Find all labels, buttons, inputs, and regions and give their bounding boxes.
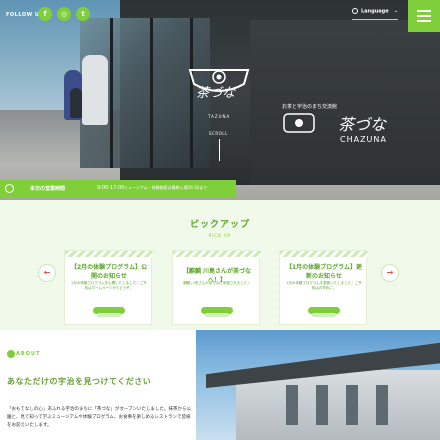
about-section: ABOUT あなただけの宇治を見つけてください 「おもてなしの心」あふれる宇治の… — [0, 330, 440, 440]
hero-section: お茶と宇治のまち交流館 茶づな CHAZUNA 茶づな TAZUNA SCROL… — [0, 0, 440, 200]
logo-subtitle: TAZUNA — [208, 114, 231, 119]
photo-window — [286, 385, 298, 425]
pickup-card[interactable]: 【麒麟 川島さんが茶づなへ！】 麒麟 川島さんが茶づなに来館されました！ — [172, 250, 261, 325]
card-pill-shadow — [97, 313, 121, 317]
card-title: 【2月の体験プログラム】公開のお知らせ — [71, 264, 147, 280]
card-zigzag-border — [280, 251, 368, 257]
hero-mullion — [110, 18, 113, 168]
pickup-card[interactable]: 【1月の体験プログラム】更新のお知らせ 1月の体験プログラムを更新いたしました！… — [279, 250, 368, 325]
menu-icon-bar — [417, 15, 431, 17]
hero-mullion — [150, 18, 153, 168]
pickup-subtitle: PICK UP — [208, 233, 232, 238]
card-pill-shadow — [312, 313, 336, 317]
menu-icon-bar — [417, 20, 431, 22]
menu-icon-bar — [417, 10, 431, 12]
about-body-text: 「おもてなしの心」あふれる宇治のまちに「茶づな」がオープンいたしました。抹茶から… — [7, 407, 192, 428]
scroll-indicator-label[interactable]: SCROLL — [209, 131, 228, 136]
photo-window — [376, 385, 388, 425]
pickup-card[interactable]: 【2月の体験プログラム】公開のお知らせ 2月の体験プログラムを公開いたしました！… — [64, 250, 153, 325]
hamburger-menu-button[interactable] — [408, 0, 440, 32]
instagram-icon[interactable]: ◎ — [57, 7, 71, 21]
card-description: 2月の体験プログラムを公開いたしました！ご予約はホームページからどうぞ。 — [71, 281, 147, 290]
language-label: Language — [361, 8, 389, 15]
carousel-next-button[interactable]: → — [382, 265, 398, 281]
pickup-title: ピックアップ — [189, 220, 250, 230]
svg-text:CHAZUNA: CHAZUNA — [340, 135, 387, 144]
pickup-section: ピックアップ PICK UP ← 【2月の体験プログラム】公開のお知らせ 2月の… — [0, 200, 440, 330]
photo-window — [316, 385, 328, 425]
clock-icon — [5, 184, 14, 193]
card-title: 【1月の体験プログラム】更新のお知らせ — [286, 264, 362, 280]
card-description: 麒麟 川島さんが茶づなに来館されました！ — [183, 281, 251, 285]
chevron-down-icon: ⌄ — [393, 8, 398, 14]
card-description: 1月の体験プログラムを更新いたしました！ご予約はお早めに。 — [286, 281, 362, 290]
about-bullet-icon — [7, 350, 15, 358]
globe-icon — [352, 8, 358, 14]
business-hours-bar: 本日の営業時間 9:00-17:00 ミュージアム・体験施設は最終入場16:30… — [0, 180, 236, 197]
building-sign-logo: お茶と宇治のまち交流館 茶づな CHAZUNA — [282, 103, 388, 144]
svg-text:お茶と宇治のまち交流館: お茶と宇治のまち交流館 — [282, 103, 337, 110]
about-building-photo — [196, 330, 440, 440]
logo-wordmark: 茶づな — [196, 86, 236, 101]
about-heading: あなただけの宇治を見つけてください — [7, 377, 152, 386]
business-hours-note: ミュージアム・体験施設は最終入場16:30まで — [124, 185, 208, 190]
facebook-icon[interactable]: f — [38, 7, 52, 21]
hero-person — [70, 88, 82, 118]
business-hours-time: 9:00-17:00 — [97, 185, 125, 191]
card-pill-shadow — [205, 313, 229, 317]
about-label: ABOUT — [16, 351, 41, 357]
twitter-icon[interactable]: t — [76, 7, 90, 21]
photo-window — [346, 385, 358, 425]
svg-text:茶づな: 茶づな — [338, 115, 388, 134]
card-zigzag-border — [173, 251, 261, 257]
scroll-indicator-line — [219, 139, 220, 161]
carousel-prev-button[interactable]: ← — [39, 265, 55, 281]
card-zigzag-border — [65, 251, 153, 257]
business-hours-label: 本日の営業時間 — [30, 186, 66, 192]
hero-person — [82, 55, 108, 125]
language-selector[interactable]: Language ⌄ — [352, 8, 398, 20]
